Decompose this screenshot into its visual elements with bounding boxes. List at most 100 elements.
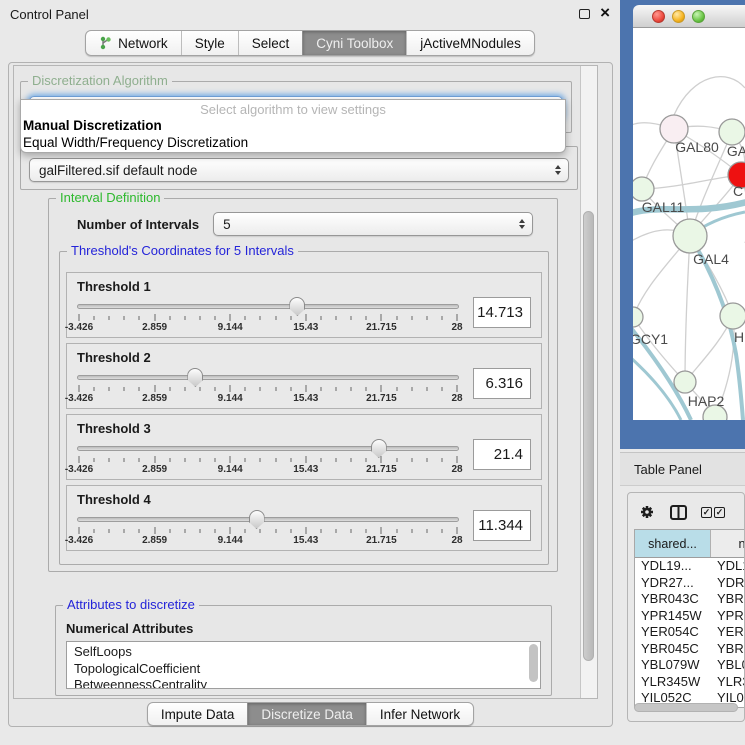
algorithm-option-equal-width-frequency-discretization[interactable]: Equal Width/Frequency Discretization [21, 135, 565, 152]
table-cell: YPR145W [635, 608, 711, 625]
attributes-group-title: Attributes to discretize [63, 597, 199, 612]
tab-label: Network [118, 36, 168, 51]
checkbox-checked-icon[interactable]: ✓ [714, 507, 725, 518]
tab-label: Impute Data [161, 707, 235, 722]
threshold-row: Threshold 3 -3.4262.8599.14415.4321.7152… [66, 414, 542, 480]
threshold-slider[interactable]: -3.4262.8599.14415.4321.71528 [77, 366, 459, 408]
table-row[interactable]: YER054CYER0 [635, 624, 745, 641]
tab-discretize-data[interactable]: Discretize Data [247, 703, 366, 725]
gear-icon[interactable] [638, 503, 656, 521]
table-row[interactable]: YBR043CYBR0 [635, 591, 745, 608]
table-cell: YDR27... [635, 575, 711, 592]
table-cell: YBR0 [711, 641, 745, 658]
slider-track[interactable] [77, 446, 459, 451]
numerical-attributes-list[interactable]: SelfLoopsTopologicalCoefficientBetweenne… [66, 641, 541, 689]
tab-cyni-toolbox[interactable]: Cyni Toolbox [302, 31, 406, 55]
slider-tick-labels: -3.4262.8599.14415.4321.71528 [79, 535, 457, 548]
slider-track[interactable] [77, 517, 459, 522]
thresholds-group: Threshold's Coordinates for 5 Intervals … [59, 251, 549, 565]
threshold-value-field[interactable]: 14.713 [473, 297, 531, 328]
table-row[interactable]: YDR27...YDR2 [635, 575, 745, 592]
table-horizontal-scrollbar[interactable] [634, 703, 738, 712]
tab-select[interactable]: Select [238, 31, 303, 55]
table-row[interactable]: YDL19...YDL1 [635, 558, 745, 575]
threshold-slider[interactable]: -3.4262.8599.14415.4321.71528 [77, 508, 459, 550]
threshold-row: Threshold 1 -3.4262.8599.14415.4321.7152… [66, 272, 542, 338]
tab-impute-data[interactable]: Impute Data [148, 703, 248, 725]
slider-ticks [79, 527, 457, 535]
close-red-icon[interactable] [652, 10, 665, 23]
tab-label: Select [252, 36, 290, 51]
number-of-intervals-value: 5 [223, 217, 231, 232]
table-cell: YBR045C [635, 641, 711, 658]
tab-infer-network[interactable]: Infer Network [366, 703, 473, 725]
close-icon[interactable]: × [600, 3, 610, 23]
table-row[interactable]: YBR045CYBR0 [635, 641, 745, 658]
node-label-gal11: GAL11 [642, 199, 685, 215]
algorithm-dropdown-hint: Select algorithm to view settings [21, 102, 565, 118]
network-canvas[interactable]: GAL80GACGAL11GAL4GCY1HHAP2 [633, 28, 745, 420]
table-row[interactable]: YBL079WYBL0 [635, 657, 745, 674]
discretization-algorithm-group-title: Discretization Algorithm [28, 73, 172, 88]
node-GAL4[interactable] [673, 219, 707, 253]
slider-tick-labels: -3.4262.8599.14415.4321.71528 [79, 393, 457, 406]
table-data-combo[interactable]: galFiltered.sif default node [29, 158, 569, 182]
control-panel-title: Control Panel [10, 7, 89, 22]
cyni-bottom-tabs: Impute Data Discretize DataInfer Network [147, 702, 474, 726]
network-window-titlebar[interactable] [633, 5, 745, 28]
scrollbar-thumb[interactable] [583, 211, 594, 661]
threshold-row: Threshold 2 -3.4262.8599.14415.4321.7152… [66, 343, 542, 409]
column-header-shared-[interactable]: shared... [635, 530, 711, 557]
node-GCY1[interactable] [633, 307, 643, 327]
node-top-right[interactable] [719, 119, 745, 145]
node-label-gal80: GAL80 [675, 139, 719, 155]
table-header-row: shared...na [635, 530, 745, 558]
slider-ticks [79, 385, 457, 393]
control-panel-tab-row: Network Style Select Cyni Toolbox jActiveMNo… [0, 30, 620, 56]
node-label-gcy1: GCY1 [633, 331, 668, 347]
tab-network[interactable]: Network [86, 31, 181, 55]
node-HAP2[interactable] [674, 371, 696, 393]
table-row[interactable]: YPR145WYPR1 [635, 608, 745, 625]
slider-track[interactable] [77, 375, 459, 380]
table-cell: YDR2 [711, 575, 745, 592]
slider-tick-labels: -3.4262.8599.14415.4321.71528 [79, 322, 457, 335]
float-window-icon[interactable] [579, 9, 590, 19]
slider-tick-labels: -3.4262.8599.14415.4321.71528 [79, 464, 457, 477]
zoom-green-icon[interactable] [692, 10, 705, 23]
slider-ticks [79, 314, 457, 322]
threshold-label: Threshold 2 [77, 350, 531, 365]
attribute-item-betweennesscentrality[interactable]: BetweennessCentrality [74, 677, 540, 689]
tab-label: jActiveMNodules [420, 36, 521, 51]
table-cell: YER0 [711, 624, 745, 641]
threshold-value-field[interactable]: 6.316 [473, 368, 531, 399]
settings-vertical-scrollbar[interactable] [580, 66, 597, 698]
threshold-label: Threshold 3 [77, 421, 531, 436]
attribute-item-topologicalcoefficient[interactable]: TopologicalCoefficient [74, 661, 540, 678]
tab-label: Style [195, 36, 225, 51]
algorithm-option-manual-discretization[interactable]: Manual Discretization [21, 118, 565, 135]
table-toolbar: ✓ ✓ [638, 501, 725, 523]
table-cell: YBR043C [635, 591, 711, 608]
tab-style[interactable]: Style [181, 31, 238, 55]
threshold-slider[interactable]: -3.4262.8599.14415.4321.71528 [77, 295, 459, 337]
thresholds-group-title: Threshold's Coordinates for 5 Intervals [67, 243, 298, 258]
table-row[interactable]: YLR345WYLR3 [635, 674, 745, 691]
threshold-value-field[interactable]: 11.344 [473, 510, 531, 541]
columns-icon[interactable] [670, 505, 687, 520]
network-edge [642, 175, 741, 189]
threshold-value-field[interactable]: 21.4 [473, 439, 531, 470]
minimize-yellow-icon[interactable] [672, 10, 685, 23]
threshold-slider[interactable]: -3.4262.8599.14415.4321.71528 [77, 437, 459, 479]
tab-jactivemnodules[interactable]: jActiveMNodules [406, 31, 534, 55]
checkbox-checked-icon[interactable]: ✓ [701, 507, 712, 518]
attribute-item-selfloops[interactable]: SelfLoops [74, 644, 540, 661]
number-of-intervals-combo[interactable]: 5 [213, 212, 533, 236]
node-H[interactable] [720, 303, 745, 329]
network-edge [685, 236, 690, 382]
slider-track[interactable] [77, 304, 459, 309]
attributes-list-scrollbar[interactable] [529, 644, 538, 682]
table-panel-titlebar: Table Panel [620, 452, 745, 486]
node-GAL11[interactable] [633, 177, 654, 201]
column-header-na[interactable]: na [711, 530, 745, 557]
